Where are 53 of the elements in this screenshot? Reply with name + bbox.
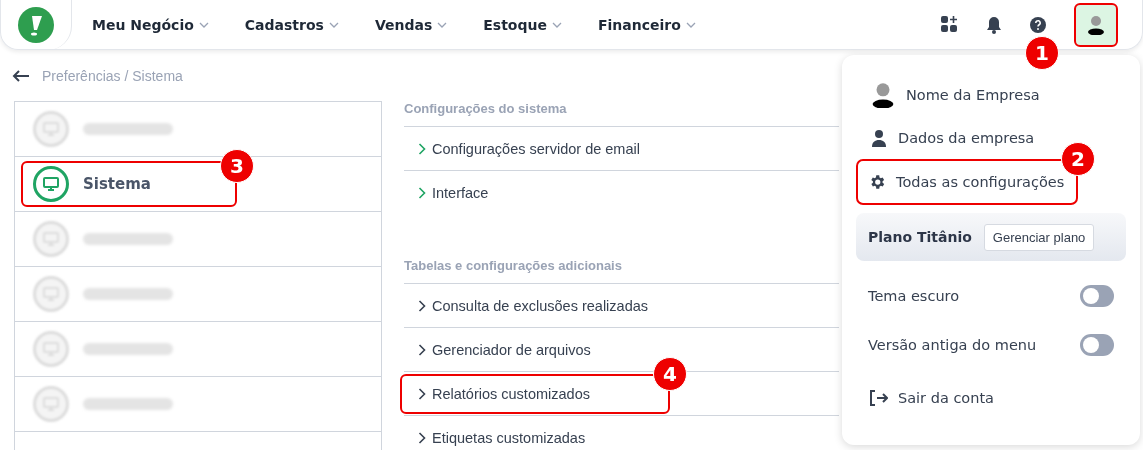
step-number-badge: 4 bbox=[653, 356, 687, 391]
nav-menu[interactable]: Cadastros bbox=[244, 16, 339, 33]
step-number-badge: 2 bbox=[1061, 142, 1095, 176]
bell-icon[interactable] bbox=[986, 15, 1002, 34]
monitor-icon bbox=[33, 111, 69, 147]
person-icon bbox=[870, 129, 888, 147]
toggle-label: Versão antiga do menu bbox=[868, 336, 1037, 353]
manage-plan-button[interactable]: Gerenciar plano bbox=[983, 223, 1095, 251]
settings-link[interactable]: Etiquetas customizadas bbox=[400, 417, 588, 450]
chevron-down-icon bbox=[198, 21, 209, 28]
settings-link[interactable]: Configurações servidor de email bbox=[400, 128, 642, 169]
breadcrumb: Preferências / Sistema bbox=[42, 68, 183, 84]
monitor-icon bbox=[33, 276, 69, 312]
chevron-down-icon bbox=[551, 21, 562, 28]
settings-link[interactable]: Interface bbox=[400, 172, 491, 213]
step-number-badge: 1 bbox=[1025, 35, 1059, 70]
nav-menu[interactable]: Financeiro bbox=[597, 16, 696, 33]
monitor-icon bbox=[33, 166, 69, 202]
toggle-switch[interactable] bbox=[1080, 333, 1114, 356]
nav-menu[interactable]: Meu Negócio bbox=[92, 16, 209, 33]
monitor-icon bbox=[33, 221, 69, 257]
nav-menu[interactable]: Vendas bbox=[374, 16, 448, 33]
plan-name: Plano Titânio bbox=[868, 229, 972, 245]
section-heading: Tabelas e configurações adicionais bbox=[404, 258, 623, 275]
chevron-right-icon bbox=[418, 431, 426, 444]
monitor-icon bbox=[33, 386, 69, 422]
chevron-down-icon bbox=[328, 21, 339, 28]
avatar-button[interactable] bbox=[1074, 2, 1118, 47]
back-arrow-icon[interactable] bbox=[12, 70, 30, 82]
step-number-badge: 3 bbox=[220, 149, 254, 183]
settings-link[interactable]: Consulta de exclusões realizadas bbox=[400, 285, 650, 326]
logout-item[interactable]: Sair da conta bbox=[868, 383, 1114, 413]
toggle-label: Tema escuro bbox=[868, 287, 960, 304]
person-icon bbox=[870, 82, 896, 108]
chevron-down-icon bbox=[437, 21, 448, 28]
toggle-switch[interactable] bbox=[1080, 284, 1114, 307]
nav-menu[interactable]: Estoque bbox=[483, 16, 562, 33]
chevron-right-icon bbox=[418, 186, 426, 199]
sidebar-label: Sistema bbox=[83, 175, 151, 193]
company-name: Nome da Empresa bbox=[906, 87, 1040, 103]
logo-icon[interactable] bbox=[18, 6, 54, 43]
apps-icon[interactable] bbox=[941, 16, 958, 33]
chevron-right-icon bbox=[418, 299, 426, 312]
section-heading: Configurações do sistema bbox=[404, 101, 568, 118]
monitor-icon bbox=[33, 331, 69, 367]
chevron-right-icon bbox=[418, 387, 426, 400]
chevron-right-icon bbox=[418, 343, 426, 356]
logout-icon bbox=[870, 390, 888, 406]
help-icon[interactable] bbox=[1030, 16, 1046, 33]
chevron-right-icon bbox=[418, 142, 426, 155]
settings-link[interactable]: Gerenciador de arquivos bbox=[400, 329, 593, 370]
chevron-down-icon bbox=[685, 21, 696, 28]
person-icon bbox=[1086, 14, 1106, 35]
